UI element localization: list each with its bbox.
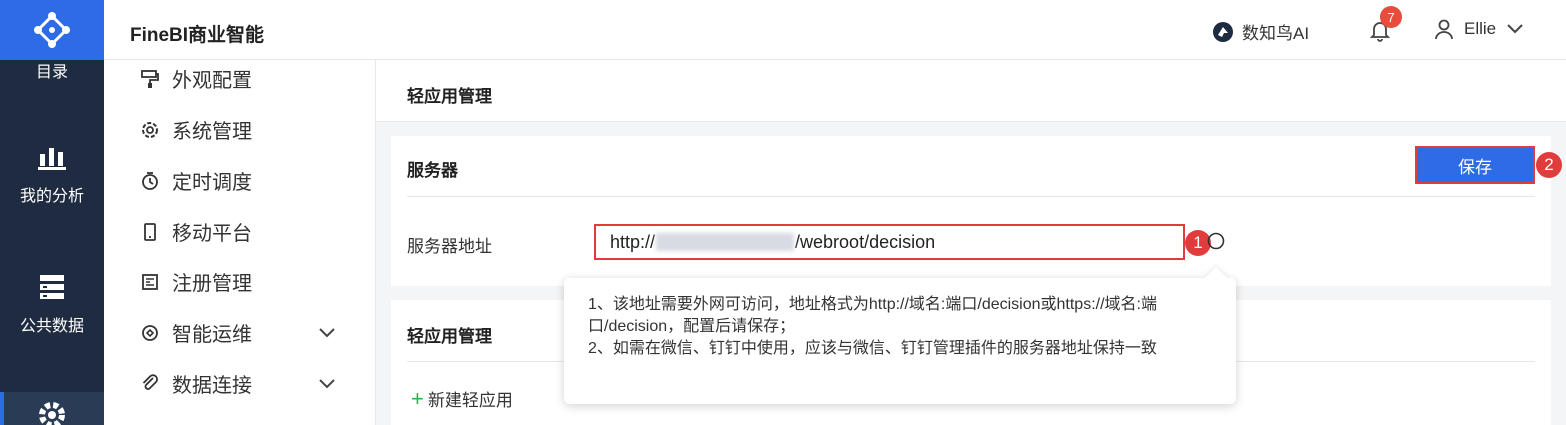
- server-address-input[interactable]: http:// /webroot/decision: [594, 224, 1185, 260]
- save-button[interactable]: 保存: [1417, 148, 1533, 182]
- analysis-chart-icon: [35, 140, 69, 174]
- server-section-title: 服务器: [407, 161, 458, 180]
- menu-item-label: 系统管理: [172, 121, 252, 143]
- settings-menu: 外观配置 系统管理 定时调度 移动平台 注册管理 智能运维 数据连接: [104, 60, 376, 425]
- nav-item-label: 公共数据: [19, 318, 84, 335]
- menu-item-label: 智能运维: [172, 324, 252, 346]
- left-navigation: 目录 我的分析 公共数据: [0, 0, 104, 425]
- menu-item-data-connection[interactable]: 数据连接: [140, 369, 340, 398]
- nav-item-catalog[interactable]: 目录: [0, 58, 104, 82]
- app-title: FineBI商业智能: [130, 25, 265, 46]
- nav-item-label: 目录: [35, 64, 68, 81]
- menu-item-system[interactable]: 系统管理: [140, 115, 340, 144]
- notification-badge: 7: [1380, 6, 1402, 28]
- nav-item-management[interactable]: [0, 392, 104, 425]
- register-icon: [140, 272, 160, 292]
- server-address-label: 服务器地址: [407, 237, 492, 256]
- gear-icon: [140, 120, 160, 140]
- mobile-icon: [140, 222, 160, 242]
- page-title: 轻应用管理: [407, 87, 492, 106]
- light-app-section-title: 轻应用管理: [407, 327, 492, 346]
- menu-item-label: 定时调度: [172, 172, 252, 194]
- user-menu[interactable]: Ellie: [1434, 18, 1524, 40]
- user-icon: [1435, 19, 1453, 40]
- chevron-down-icon: [319, 327, 335, 337]
- database-icon: [35, 270, 69, 304]
- chevron-down-icon: [319, 378, 335, 388]
- top-header: FineBI商业智能 数知鸟AI 7 Ellie: [104, 0, 1566, 60]
- address-prefix: http://: [610, 231, 656, 252]
- menu-item-mobile[interactable]: 移动平台: [140, 217, 340, 246]
- menu-item-label: 数据连接: [172, 375, 252, 397]
- link-icon: [140, 373, 160, 394]
- ops-icon: [140, 323, 160, 343]
- nav-item-label: 我的分析: [19, 188, 84, 205]
- timer-icon: [140, 171, 160, 191]
- logo-icon: [34, 12, 70, 48]
- nav-item-public-data[interactable]: 公共数据: [0, 270, 104, 336]
- app-logo[interactable]: [0, 0, 104, 60]
- paint-roller-icon: [140, 69, 160, 89]
- nav-item-my-analysis[interactable]: 我的分析: [0, 140, 104, 206]
- address-suffix: /webroot/decision: [795, 231, 936, 252]
- info-icon[interactable]: [1207, 232, 1225, 250]
- tooltip-line-1: 1、该地址需要外网可访问，地址格式为http://域名:端口/decision或…: [588, 296, 1157, 335]
- ai-assistant-button[interactable]: 数知鸟AI: [1212, 19, 1309, 44]
- divider: [407, 196, 1535, 197]
- server-address-tooltip: 1、该地址需要外网可访问，地址格式为http://域名:端口/decision或…: [564, 278, 1236, 404]
- step-marker-2: 2: [1536, 152, 1562, 178]
- menu-item-appearance[interactable]: 外观配置: [140, 64, 340, 93]
- bird-icon: [1213, 21, 1233, 42]
- gear-icon: [35, 400, 69, 425]
- menu-item-register[interactable]: 注册管理: [140, 267, 340, 296]
- menu-item-smart-ops[interactable]: 智能运维: [140, 318, 340, 347]
- page-header: 轻应用管理: [376, 60, 1566, 122]
- menu-item-label: 注册管理: [172, 273, 252, 295]
- tooltip-line-2: 2、如需在微信、钉钉中使用，应该与微信、钉钉管理插件的服务器地址保持一致: [588, 340, 1157, 357]
- menu-item-label: 外观配置: [172, 70, 252, 92]
- user-name: Ellie: [1464, 19, 1497, 38]
- chevron-down-icon: [1507, 24, 1523, 34]
- redacted-host: [656, 233, 795, 251]
- menu-item-schedule[interactable]: 定时调度: [140, 166, 340, 195]
- new-light-app-button[interactable]: + 新建轻应用: [411, 386, 513, 411]
- server-card: 服务器 保存 2 服务器地址 http:// /webroot/decision…: [391, 136, 1562, 286]
- menu-item-label: 移动平台: [172, 223, 252, 245]
- new-light-app-label: 新建轻应用: [427, 391, 513, 410]
- plus-icon: +: [411, 385, 424, 411]
- brand-label: 数知鸟AI: [1242, 24, 1310, 43]
